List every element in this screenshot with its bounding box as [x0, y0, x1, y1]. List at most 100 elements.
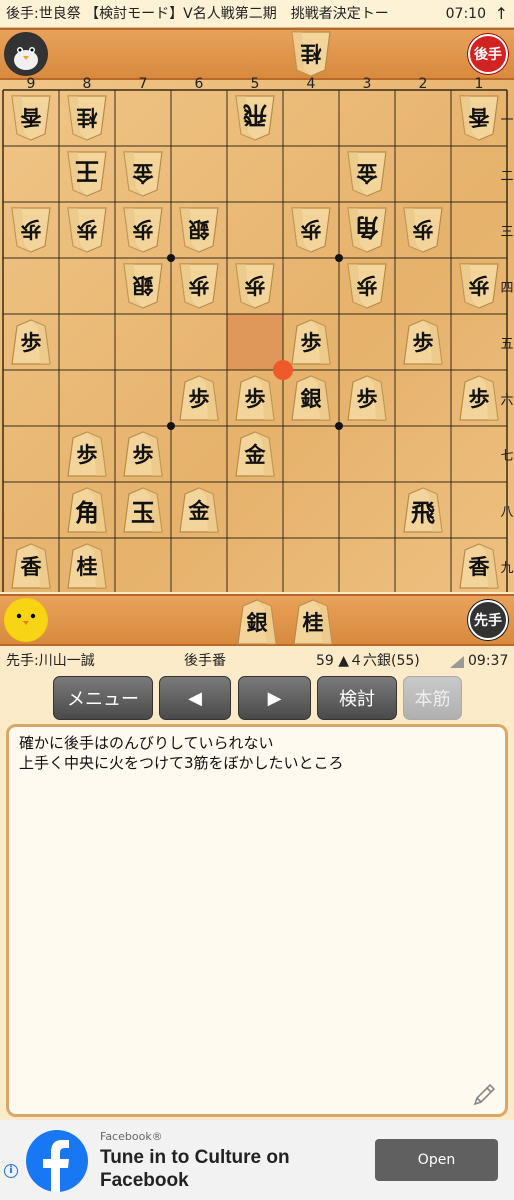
ad-info-icon[interactable]: i	[4, 1164, 18, 1178]
star-point	[167, 422, 175, 430]
signal-icon	[450, 656, 464, 668]
piece-char: 香	[20, 554, 42, 579]
sente-turn-badge: 先手	[468, 600, 508, 640]
file-label: 6	[194, 76, 204, 92]
piece-char: 桂	[76, 105, 98, 130]
upload-arrow-icon: ↑	[494, 4, 508, 23]
next-move-button[interactable]: ▶	[238, 676, 311, 720]
rank-label: 六	[500, 393, 514, 408]
sente-hand-piece[interactable]: 桂	[292, 598, 334, 646]
gote-piece[interactable]: 金	[122, 150, 164, 198]
sente-piece[interactable]: 桂	[66, 542, 108, 590]
file-label: 9	[26, 76, 36, 92]
sente-piece[interactable]: 金	[178, 486, 220, 534]
menu-button-label: メニュー	[67, 689, 139, 710]
gote-piece[interactable]: 歩	[290, 206, 332, 254]
sente-piece[interactable]: 歩	[178, 374, 220, 422]
last-move-highlight	[227, 314, 283, 370]
sente-player-name: 先手:川山一誠	[6, 653, 95, 669]
gote-piece[interactable]: 銀	[178, 206, 220, 254]
analyze-button[interactable]: 検討	[317, 676, 397, 720]
sente-piece[interactable]: 飛	[402, 486, 444, 534]
comment-line-2: 上手く中央に火をつけて3筋をぼかしたいところ	[19, 754, 344, 772]
ad-open-button[interactable]: Open	[375, 1139, 498, 1181]
gote-piece[interactable]: 香	[10, 94, 52, 142]
gote-piece[interactable]: 銀	[122, 262, 164, 310]
piece-char: 銀	[188, 217, 210, 242]
elapsed-time: 09:37	[468, 653, 509, 669]
clock: 07:10	[445, 6, 486, 22]
piece-char: 桂	[76, 554, 98, 579]
piece-char: 飛	[411, 497, 435, 527]
piece-char: 歩	[188, 386, 210, 411]
sente-hand-piece[interactable]: 銀	[236, 598, 278, 646]
sente-piece[interactable]: 歩	[346, 374, 388, 422]
file-label: 4	[306, 76, 316, 92]
sente-piece[interactable]: 金	[234, 430, 276, 478]
rank-label: 一	[500, 113, 514, 128]
piece-char: 銀	[300, 386, 322, 411]
pencil-icon[interactable]	[471, 1082, 497, 1108]
piece-char: 歩	[132, 217, 154, 242]
sente-piece[interactable]: 香	[10, 542, 52, 590]
sente-piece[interactable]: 歩	[402, 318, 444, 366]
sente-piece[interactable]: 角	[66, 486, 108, 534]
piece-char: 桂	[302, 610, 324, 635]
piece-char: 歩	[412, 217, 434, 242]
gote-piece[interactable]: 香	[458, 94, 500, 142]
comment-textarea[interactable]: 確かに後手はのんびりしていられない 上手く中央に火をつけて3筋をぼかしたいところ	[6, 724, 508, 1117]
file-label: 5	[250, 76, 260, 92]
file-label: 3	[362, 76, 372, 92]
gote-hand-piece[interactable]: 桂	[290, 30, 332, 78]
sente-piece[interactable]: 歩	[122, 430, 164, 478]
sente-piece[interactable]: 歩	[458, 374, 500, 422]
piece-char: 歩	[76, 217, 98, 242]
menu-button[interactable]: メニュー	[53, 676, 153, 720]
piece-char: 歩	[132, 442, 154, 467]
gote-piece[interactable]: 歩	[10, 206, 52, 254]
gote-piece[interactable]: 歩	[234, 262, 276, 310]
piece-char: 香	[468, 554, 490, 579]
file-label: 1	[474, 76, 484, 92]
gote-piece[interactable]: 歩	[458, 262, 500, 310]
sente-piece[interactable]: 歩	[290, 318, 332, 366]
prev-move-button[interactable]: ◀	[159, 676, 231, 720]
gote-piece[interactable]: 飛	[234, 94, 276, 142]
piece-char: 王	[75, 157, 99, 187]
sente-piece-stand: 銀 桂 先手	[0, 594, 514, 646]
piece-char: 歩	[188, 273, 210, 298]
gote-piece[interactable]: 歩	[178, 262, 220, 310]
sente-piece[interactable]: 歩	[234, 374, 276, 422]
piece-char: 歩	[300, 217, 322, 242]
gote-piece[interactable]: 角	[346, 206, 388, 254]
gote-piece[interactable]: 歩	[402, 206, 444, 254]
piece-char: 歩	[356, 273, 378, 298]
left-arrow-icon: ◀	[188, 687, 202, 709]
piece-char: 玉	[131, 497, 155, 527]
gote-piece[interactable]: 歩	[66, 206, 108, 254]
info-icon: i	[9, 1165, 13, 1176]
piece-char: 銀	[246, 610, 268, 635]
mainline-button-label: 本筋	[414, 689, 451, 710]
mainline-button[interactable]: 本筋	[403, 676, 462, 720]
piece-char: 香	[468, 105, 490, 130]
gote-piece[interactable]: 桂	[66, 94, 108, 142]
gote-piece[interactable]: 歩	[122, 206, 164, 254]
sente-piece[interactable]: 銀	[290, 374, 332, 422]
gote-piece[interactable]: 歩	[346, 262, 388, 310]
gote-piece[interactable]: 王	[66, 150, 108, 198]
sente-piece[interactable]: 歩	[66, 430, 108, 478]
gote-piece[interactable]: 金	[346, 150, 388, 198]
move-marker-dot	[273, 360, 293, 380]
ad-banner[interactable]: i Facebook® Tune in to Culture on Facebo…	[0, 1120, 514, 1200]
sente-piece[interactable]: 玉	[122, 486, 164, 534]
piece-char: 金	[356, 161, 378, 186]
facebook-logo-icon	[26, 1130, 88, 1192]
piece-char: 香	[20, 105, 42, 130]
star-point	[335, 422, 343, 430]
piece-char: 角	[355, 213, 379, 243]
sente-piece[interactable]: 香	[458, 542, 500, 590]
sente-piece[interactable]: 歩	[10, 318, 52, 366]
shogi-board[interactable]: 987654321一二三四五六七八九 香桂飛香王金金歩歩歩銀歩角歩銀歩歩歩歩歩歩…	[0, 76, 514, 592]
piece-char: 銀	[132, 273, 154, 298]
